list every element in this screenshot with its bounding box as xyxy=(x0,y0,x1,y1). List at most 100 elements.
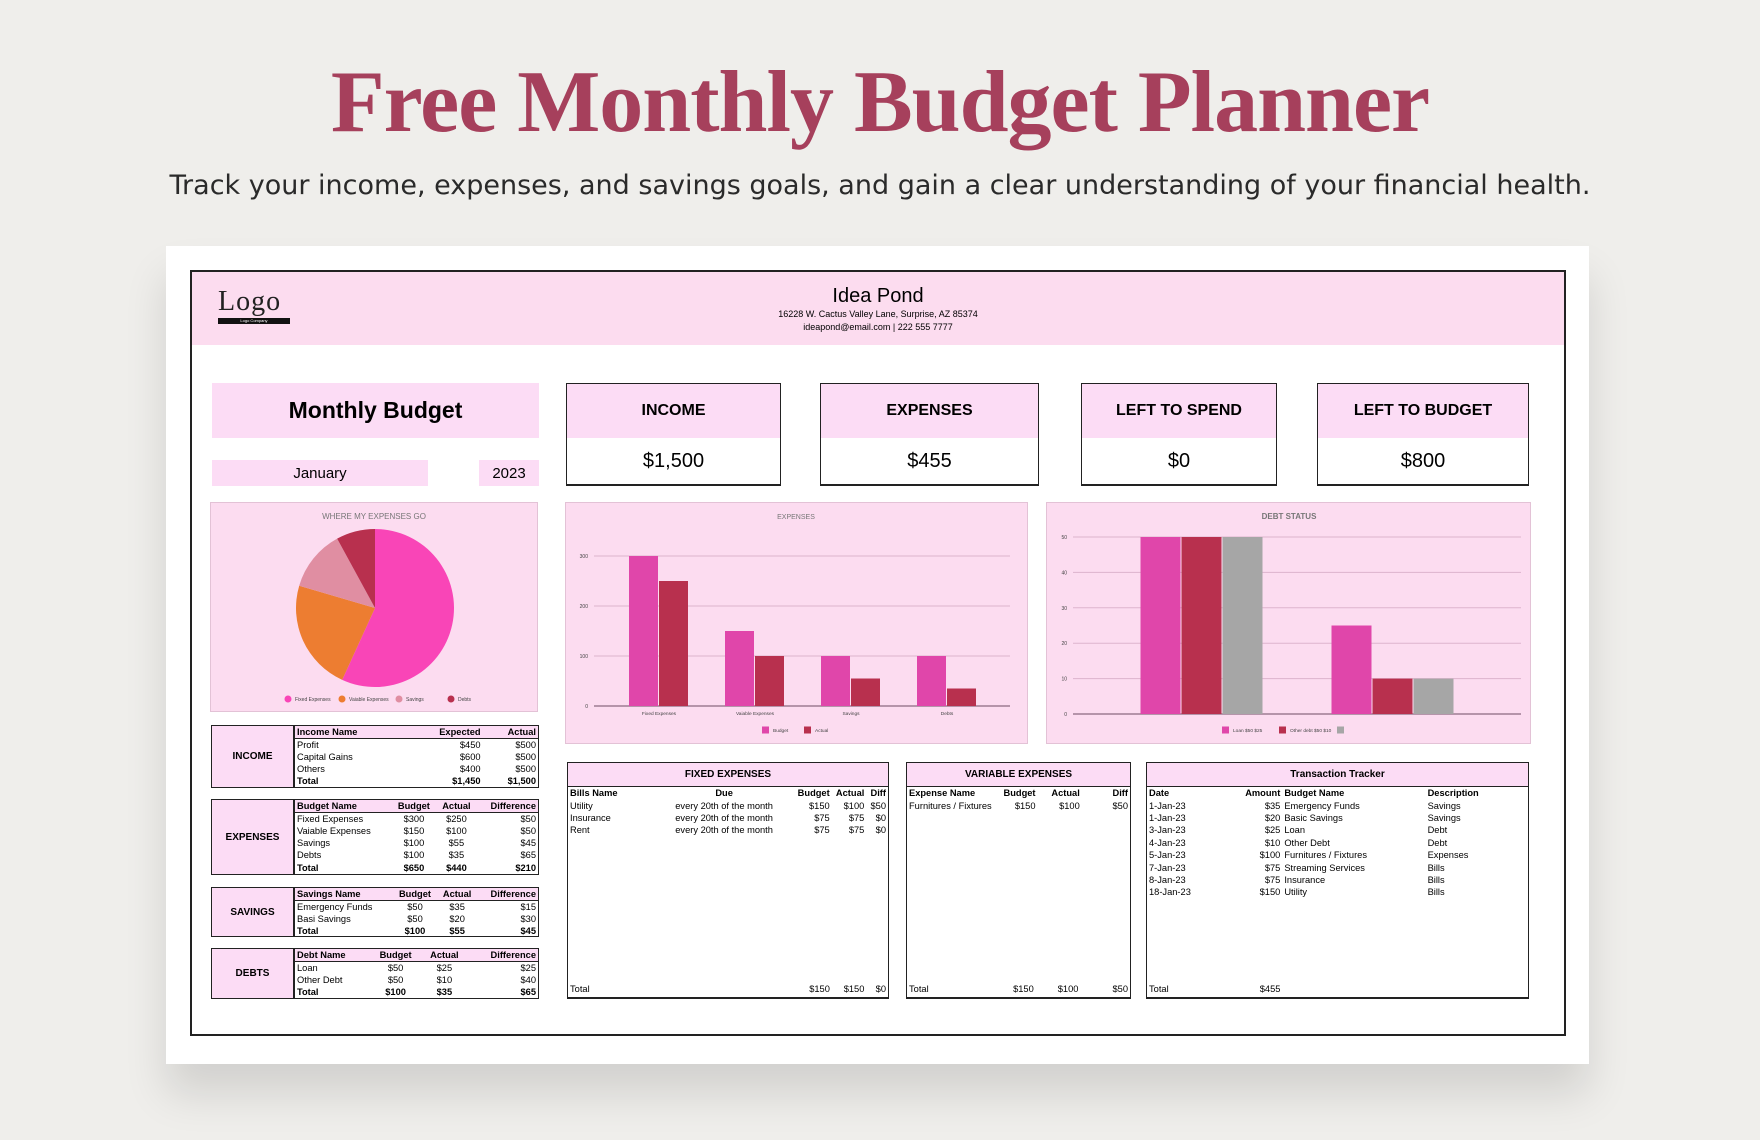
table-cell: Others xyxy=(297,764,325,775)
y-tick-label: 0 xyxy=(1064,712,1067,718)
table-cell: $600 xyxy=(459,751,481,762)
table-header-row: Expense Name Budget Actual Diff xyxy=(907,787,1130,799)
table-cell: $75 xyxy=(848,825,865,836)
table-cell: Rent xyxy=(570,825,590,836)
table-cell: 4-Jan-23 xyxy=(1149,837,1186,848)
table-cell: $55 xyxy=(449,926,465,937)
table-cell: Fixed Expenses xyxy=(297,813,364,824)
table-cell: Budget Name xyxy=(295,800,392,813)
table-cell: $25 xyxy=(436,962,453,973)
table-cell: $450 xyxy=(459,739,481,750)
table-row: Others $400 $500 xyxy=(295,763,538,775)
table-cell: $20 xyxy=(449,913,465,924)
table-cell: $650 xyxy=(403,862,425,873)
table-row: 4-Jan-23 $10 Other Debt Debt xyxy=(1147,837,1528,849)
bar xyxy=(755,656,784,706)
y-tick-label: 30 xyxy=(1061,606,1067,612)
table-cell: Budget xyxy=(392,888,438,901)
table-row: Fixed Expenses $300 $250 $50 xyxy=(295,812,538,824)
legend-marker xyxy=(338,695,346,703)
table-cell: $40 xyxy=(520,974,536,985)
kpi-left-to-spend: LEFT TO SPEND $0 xyxy=(1081,383,1277,486)
table-row: Loan $50 $25 $25 xyxy=(295,961,538,973)
table-cell: Actual xyxy=(835,788,865,799)
section-label: INCOME xyxy=(212,726,295,787)
table-cell: $500 xyxy=(515,764,536,775)
kpi-label: LEFT TO SPEND xyxy=(1082,384,1276,438)
table-total-row: Total $150 $100 $50 xyxy=(907,983,1130,995)
table-cell: $150 xyxy=(403,825,425,836)
table-cell xyxy=(1426,983,1528,995)
table-cell: Basi Savings xyxy=(297,913,351,924)
table-cell: Total xyxy=(570,983,590,994)
y-tick-label: 100 xyxy=(580,654,589,660)
table-cell: $400 xyxy=(459,764,481,775)
table-row: 8-Jan-23 $75 Insurance Bills xyxy=(1147,874,1528,886)
table-cell: $25 xyxy=(520,962,536,973)
data-table: Expense Name Budget Actual Diff Furnitures /… xyxy=(907,787,1130,812)
debt-chart-svg: DEBT STATUS 0 10 20 30 40 50 Loan $50 $25 Other … xyxy=(1061,512,1521,734)
table-cell: 3-Jan-23 xyxy=(1149,825,1186,836)
table-row: Other Debt $50 $10 $40 xyxy=(295,974,538,986)
table-cell: $100 xyxy=(446,825,467,836)
bar xyxy=(1331,625,1372,714)
table-cell: $45 xyxy=(520,838,536,849)
table-cell: $0 xyxy=(875,825,886,836)
table-cell: Actual xyxy=(421,949,468,962)
table-cell: $150 xyxy=(1259,887,1281,898)
table-cell: 1-Jan-23 xyxy=(1149,812,1186,823)
table-cell: Due xyxy=(715,788,733,799)
data-table: Income Name Expected Actual Profit $450 $500 C… xyxy=(295,726,538,787)
table-cell: $65 xyxy=(520,850,536,861)
legend-marker xyxy=(1337,726,1344,734)
table-cell: $100 xyxy=(1059,800,1080,811)
chart-title: DEBT STATUS xyxy=(1262,512,1317,521)
bar-chart-expenses: EXPENSES 0 100 200 300 Fixed Expenses Vaiable … xyxy=(565,502,1028,744)
table-cell: $150 xyxy=(1014,800,1036,811)
table-cell: $100 xyxy=(843,800,865,811)
bar xyxy=(947,688,976,706)
table-cell: $35 xyxy=(436,987,453,998)
table-total-row: Total $650 $440 $210 xyxy=(295,862,538,874)
table-cell: Expenses xyxy=(1427,850,1469,861)
table-cell: $45 xyxy=(520,926,536,937)
table-cell: Budget xyxy=(369,949,422,962)
table-cell: $10 xyxy=(1264,837,1281,848)
table-cell: $150 xyxy=(843,983,865,994)
table-cell: Budget xyxy=(797,788,830,799)
total-table: Total $455 xyxy=(1147,983,1528,995)
table-cell: Other Debt xyxy=(1284,837,1330,848)
table-cell: $35 xyxy=(448,850,465,861)
table-cell xyxy=(1282,983,1425,995)
table-cell: Vaiable Expenses xyxy=(297,825,371,836)
monthly-budget-title: Monthly Budget xyxy=(212,383,539,438)
table-header-row: Savings Name Budget Actual Difference xyxy=(295,888,538,901)
bar xyxy=(1222,537,1263,714)
table-total-row: Total $100 $35 $65 xyxy=(295,986,538,998)
kpi-left-to-budget: LEFT TO BUDGET $800 xyxy=(1317,383,1529,486)
table-total-row: Total $100 $55 $45 xyxy=(295,925,538,937)
year-field[interactable]: 2023 xyxy=(479,460,539,486)
table-cell: Insurance xyxy=(570,812,611,823)
legend-label: Loan $50 $25 xyxy=(1233,728,1263,734)
table-cell: $440 xyxy=(446,862,467,873)
kpi-value: $1,500 xyxy=(642,449,705,472)
legend-label: Debts xyxy=(458,697,472,703)
table-header-row: Budget Name Budget Actual Difference xyxy=(295,800,538,813)
table-cell: every 20th of the month xyxy=(675,825,773,836)
table-row: 18-Jan-23 $150 Utility Bills xyxy=(1147,886,1528,898)
table-cell: Debts xyxy=(297,850,322,861)
table-cell: $455 xyxy=(1259,983,1281,994)
table-cell: Expense Name xyxy=(909,788,976,799)
bar xyxy=(851,678,880,706)
y-tick-label: 10 xyxy=(1061,677,1067,683)
kpi-value: $800 xyxy=(1400,449,1446,472)
table-cell: Budget Name xyxy=(1284,788,1345,799)
month-field[interactable]: January xyxy=(212,460,428,486)
table-cell: every 20th of the month xyxy=(675,812,773,823)
kpi-label: EXPENSES xyxy=(821,384,1038,438)
table-cell: Budget xyxy=(1003,788,1036,799)
table-cell: Total xyxy=(909,983,929,994)
table-cell: $50 xyxy=(1112,983,1128,994)
bar xyxy=(821,656,850,706)
